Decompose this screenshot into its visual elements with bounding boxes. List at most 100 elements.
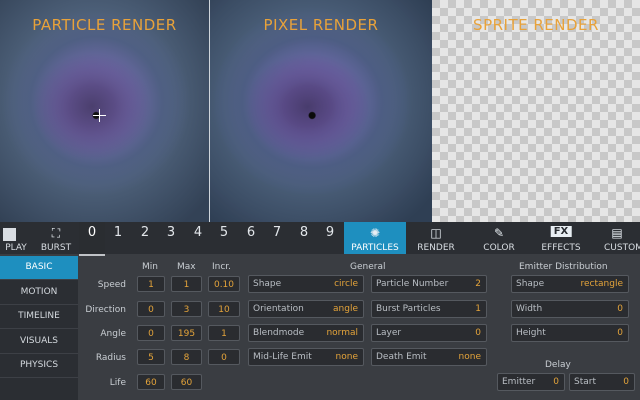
speed-incr-input[interactable]: 0.10 <box>208 276 240 292</box>
tab-custom-label: CUSTOM <box>604 243 640 253</box>
min-header: Min <box>142 262 158 272</box>
direction-max-input[interactable]: 3 <box>171 301 202 317</box>
crosshair-icon-vertical <box>99 109 100 122</box>
blendmode-value: normal <box>326 328 358 338</box>
play-button[interactable]: PLAY <box>0 222 32 254</box>
nav-timeline[interactable]: TIMELINE <box>0 305 78 329</box>
nav-visuals[interactable]: VISUALS <box>0 330 78 354</box>
nav-basic[interactable]: BASIC <box>0 256 78 280</box>
layer-key: Layer <box>376 328 402 338</box>
emitter-shape-field[interactable]: Shape rectangle <box>511 275 629 293</box>
emitter-width-value: 0 <box>617 304 623 314</box>
slot-9[interactable]: 9 <box>317 222 343 254</box>
angle-min-input[interactable]: 0 <box>137 325 165 341</box>
burst-particles-value: 1 <box>475 304 481 314</box>
emitter-shape-key: Shape <box>516 279 545 289</box>
tab-color-label: COLOR <box>483 243 515 253</box>
sprite-render-pane[interactable]: SPRITE RENDER <box>432 0 640 222</box>
radius-label: Radius <box>95 353 126 363</box>
slot-1[interactable]: 1 <box>105 222 131 254</box>
death-emit-field[interactable]: Death Emit none <box>371 348 487 366</box>
slot-6[interactable]: 6 <box>238 222 264 254</box>
delay-emitter-field[interactable]: Emitter 0 <box>497 373 565 391</box>
radius-incr-input[interactable]: 0 <box>208 349 240 365</box>
radius-max-input[interactable]: 8 <box>171 349 202 365</box>
direction-incr-input[interactable]: 10 <box>208 301 240 317</box>
delay-emitter-key: Emitter <box>502 377 536 387</box>
direction-min-input[interactable]: 0 <box>137 301 165 317</box>
stop-square-icon <box>3 228 16 241</box>
slot-5[interactable]: 5 <box>211 222 237 254</box>
blendmode-field[interactable]: Blendmode normal <box>248 324 364 342</box>
layer-value: 0 <box>475 328 481 338</box>
mid-life-emit-key: Mid-Life Emit <box>253 352 312 362</box>
emitter-height-field[interactable]: Height 0 <box>511 324 629 342</box>
particle-number-value: 2 <box>475 279 481 289</box>
mid-life-emit-value: none <box>335 352 358 362</box>
fx-icon: FX <box>550 226 572 237</box>
direction-label: Direction <box>85 305 126 315</box>
tab-particles[interactable]: ✺ PARTICLES <box>344 222 406 254</box>
delay-emitter-value: 0 <box>553 377 559 387</box>
incr-header: Incr. <box>212 262 232 272</box>
slot-0[interactable]: 0 <box>79 222 105 258</box>
particle-render-title: PARTICLE RENDER <box>32 16 177 34</box>
particle-number-field[interactable]: Particle Number 2 <box>371 275 487 293</box>
render-icon: ◫ <box>430 226 442 240</box>
death-emit-key: Death Emit <box>376 352 427 362</box>
life-min-input[interactable]: 60 <box>137 374 165 390</box>
life-max-input[interactable]: 60 <box>171 374 202 390</box>
emitter-width-field[interactable]: Width 0 <box>511 300 629 318</box>
slot-8[interactable]: 8 <box>291 222 317 254</box>
nav-physics[interactable]: PHYSICS <box>0 354 78 378</box>
preview-area: PARTICLE RENDER PIXEL RENDER SPRITE REND… <box>0 0 640 222</box>
burst-particles-field[interactable]: Burst Particles 1 <box>371 300 487 318</box>
sprite-render-title: SPRITE RENDER <box>473 16 599 34</box>
delay-start-field[interactable]: Start 0 <box>569 373 635 391</box>
emitter-height-value: 0 <box>617 328 623 338</box>
color-icon: ✎ <box>493 226 505 240</box>
radius-min-input[interactable]: 5 <box>137 349 165 365</box>
slot-2[interactable]: 2 <box>132 222 158 254</box>
toolbar: PLAY ⛶ BURST 0 1 2 3 4 5 6 7 8 9 ✺ PARTI… <box>0 222 640 258</box>
burst-button[interactable]: ⛶ BURST <box>36 222 76 254</box>
tab-particles-label: PARTICLES <box>351 243 399 253</box>
mid-life-emit-field[interactable]: Mid-Life Emit none <box>248 348 364 366</box>
slot-4[interactable]: 4 <box>185 222 211 254</box>
tab-render[interactable]: ◫ RENDER <box>408 222 464 254</box>
nav-motion[interactable]: MOTION <box>0 281 78 305</box>
burst-particles-key: Burst Particles <box>376 304 441 314</box>
emitter-width-key: Width <box>516 304 543 314</box>
layer-field[interactable]: Layer 0 <box>371 324 487 342</box>
delay-start-key: Start <box>574 377 596 387</box>
slot-7[interactable]: 7 <box>264 222 290 254</box>
orientation-value: angle <box>333 304 358 314</box>
slot-3[interactable]: 3 <box>158 222 184 254</box>
shape-field[interactable]: Shape circle <box>248 275 364 293</box>
pixel-render-pane[interactable]: PIXEL RENDER <box>210 0 432 222</box>
max-header: Max <box>177 262 196 272</box>
emitter-height-key: Height <box>516 328 546 338</box>
tab-custom[interactable]: ▤ CUSTOM <box>594 222 640 254</box>
orientation-key: Orientation <box>253 304 304 314</box>
angle-label: Angle <box>100 329 126 339</box>
orientation-field[interactable]: Orientation angle <box>248 300 364 318</box>
speed-min-input[interactable]: 1 <box>137 276 165 292</box>
tab-effects[interactable]: FX EFFECTS <box>532 222 590 254</box>
particle-render-pane[interactable]: PARTICLE RENDER <box>0 0 209 222</box>
play-label: PLAY <box>5 243 27 253</box>
tab-effects-label: EFFECTS <box>541 243 581 253</box>
angle-incr-input[interactable]: 1 <box>208 325 240 341</box>
emitter-distribution-title: Emitter Distribution <box>519 262 608 272</box>
tab-color[interactable]: ✎ COLOR <box>470 222 528 254</box>
shape-key: Shape <box>253 279 282 289</box>
speed-max-input[interactable]: 1 <box>171 276 202 292</box>
particle-number-key: Particle Number <box>376 279 449 289</box>
angle-max-input[interactable]: 195 <box>171 325 202 341</box>
particles-icon: ✺ <box>369 226 381 240</box>
left-nav: BASIC MOTION TIMELINE VISUALS PHYSICS <box>0 256 78 400</box>
emitter-shape-value: rectangle <box>580 279 624 289</box>
general-title: General <box>350 262 386 272</box>
burst-icon: ⛶ <box>51 226 61 240</box>
burst-label: BURST <box>40 243 72 253</box>
